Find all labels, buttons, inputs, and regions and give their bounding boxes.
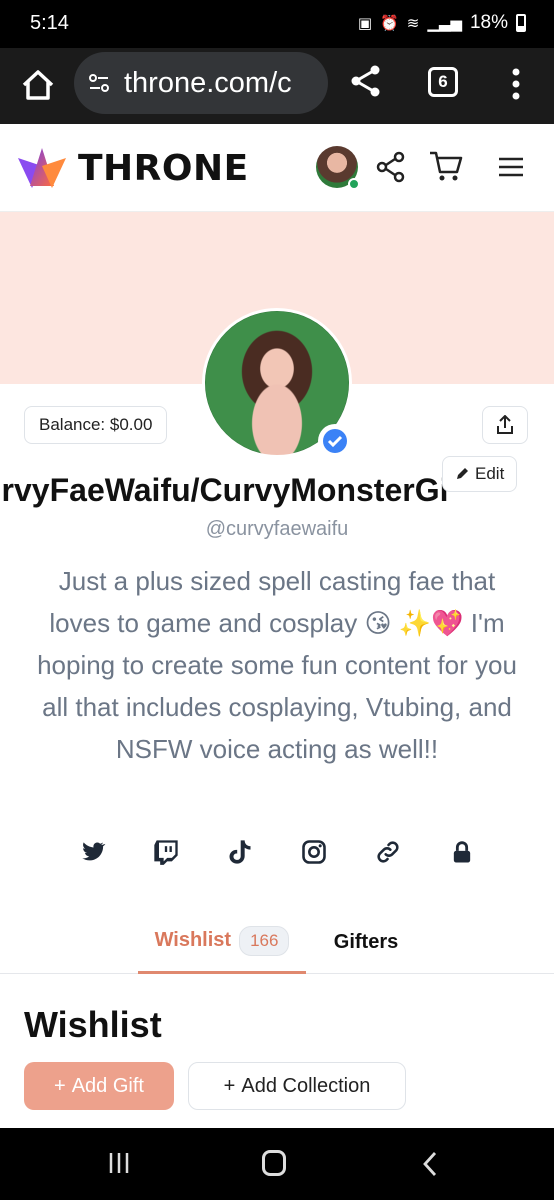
- tab-wishlist-label: Wishlist: [154, 929, 232, 951]
- edit-label: Edit: [475, 464, 505, 483]
- plus-icon: +: [223, 1074, 236, 1097]
- tab-switcher-button[interactable]: 6: [428, 67, 458, 97]
- wishlist-heading: Wishlist: [24, 1004, 162, 1045]
- status-icons: ▣ ⏰ ≋ ▁▃▅ 18%: [358, 12, 526, 34]
- share-icon[interactable]: [376, 150, 406, 184]
- social-links: [78, 838, 478, 868]
- add-collection-label: Add Collection: [241, 1074, 371, 1097]
- twitch-icon[interactable]: [152, 838, 180, 866]
- brand-name[interactable]: THRONE: [78, 148, 249, 189]
- site-header: THRONE: [0, 124, 554, 212]
- browser-toolbar: throne.com/c 6: [0, 48, 554, 124]
- plus-icon: +: [54, 1074, 66, 1097]
- recent-apps-icon[interactable]: [106, 1150, 132, 1176]
- balance-badge[interactable]: Balance: $0.00: [24, 406, 168, 444]
- home-icon[interactable]: [18, 65, 58, 105]
- overflow-menu-icon[interactable]: [504, 66, 528, 102]
- tab-wishlist[interactable]: Wishlist 166: [138, 910, 306, 974]
- add-gift-label: Add Gift: [71, 1074, 144, 1097]
- tiktok-icon[interactable]: [226, 838, 254, 866]
- notification-icon: ▣: [357, 15, 373, 32]
- add-gift-button[interactable]: + Add Gift: [24, 1062, 174, 1110]
- profile-bio: Just a plus sized spell casting fae that…: [37, 566, 517, 764]
- pencil-icon: [457, 468, 468, 479]
- signal-icon: ▁▃▅: [427, 15, 462, 32]
- add-collection-button[interactable]: + Add Collection: [188, 1062, 406, 1110]
- edit-profile-button[interactable]: Edit: [442, 456, 518, 492]
- site-settings-icon[interactable]: [86, 70, 112, 96]
- instagram-icon[interactable]: [300, 838, 328, 866]
- twitter-icon[interactable]: [78, 838, 106, 866]
- lock-icon[interactable]: [448, 838, 476, 866]
- cart-icon[interactable]: [428, 148, 464, 184]
- wifi-icon: ≋: [406, 15, 420, 32]
- battery-percent: 18%: [469, 12, 508, 33]
- online-status-dot: [348, 178, 360, 190]
- verified-icon: [318, 424, 352, 458]
- address-bar[interactable]: throne.com/c: [74, 52, 328, 114]
- status-bar: 5:14 ▣ ⏰ ≋ ▁▃▅ 18%: [0, 0, 554, 48]
- hamburger-menu-icon[interactable]: [496, 152, 526, 182]
- profile-tabs: Wishlist 166 Gifters: [0, 910, 554, 974]
- upload-icon: [497, 415, 513, 434]
- profile-handle: @curvyfaewaifu: [205, 518, 349, 540]
- home-nav-icon[interactable]: [262, 1150, 286, 1176]
- url-text[interactable]: throne.com/c: [124, 67, 320, 100]
- alarm-icon: ⏰: [380, 15, 399, 32]
- share-icon[interactable]: [348, 63, 384, 99]
- back-icon[interactable]: [420, 1150, 440, 1178]
- tab-gifters[interactable]: Gifters: [318, 910, 414, 974]
- battery-icon: [516, 14, 526, 32]
- status-time: 5:14: [30, 12, 69, 34]
- throne-logo-icon[interactable]: [16, 146, 68, 192]
- wishlist-count-badge: 166: [239, 925, 290, 956]
- share-profile-button[interactable]: [482, 406, 528, 444]
- system-nav-bar: [0, 1128, 554, 1200]
- link-icon[interactable]: [374, 838, 402, 866]
